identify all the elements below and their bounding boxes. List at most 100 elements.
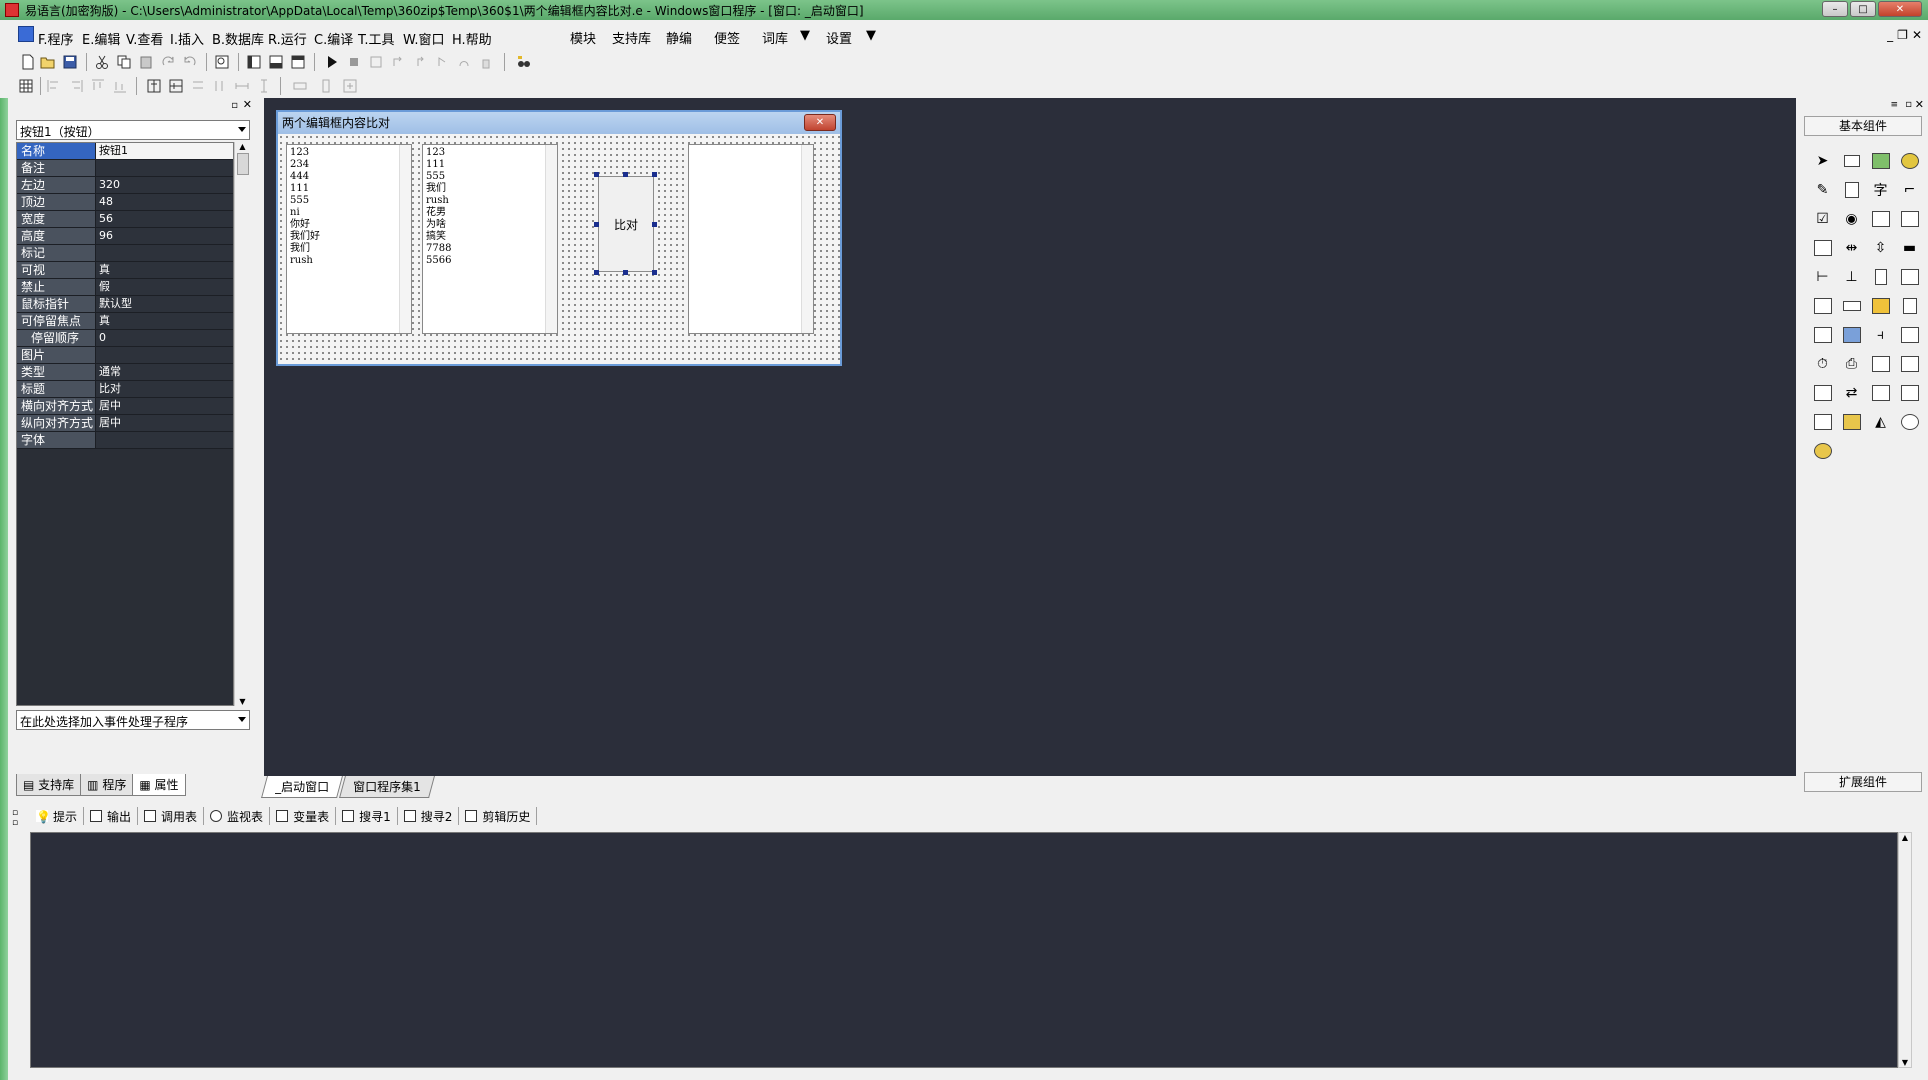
menu-program[interactable]: F.程序 [38,29,74,48]
edit-box-3-scrollbar[interactable] [801,145,813,333]
output-close-icon[interactable]: ▫ [12,818,18,828]
property-value[interactable]: 通常 [96,364,233,380]
redo-icon[interactable] [160,54,176,70]
property-value[interactable] [96,160,233,176]
align-right-icon[interactable] [68,78,84,94]
property-value[interactable] [96,432,233,448]
property-value[interactable]: 320 [96,177,233,193]
data-source-tool-icon[interactable] [1837,407,1866,436]
edit-box-1[interactable]: 123 234 444 111 555 ni 你好 我们好 我们 rush [286,144,412,334]
selection-handle[interactable] [652,270,657,275]
grid-icon[interactable] [18,78,34,94]
paste-icon[interactable] [138,54,154,70]
database-tool-icon[interactable] [1808,407,1837,436]
menu-window[interactable]: W.窗口 [403,29,445,48]
tab-output[interactable]: 输出 [84,807,139,825]
table-tool-icon[interactable] [1808,291,1837,320]
property-row[interactable]: 横向对齐方式 居中 [17,398,233,415]
selection-handle[interactable] [623,270,628,275]
menu-tool-icon[interactable] [1808,320,1837,349]
edit-box-2-scrollbar[interactable] [545,145,557,333]
menu-database[interactable]: B.数据库 [212,29,264,48]
property-row[interactable]: 图片 [17,347,233,364]
run-to-cursor-icon[interactable] [434,54,450,70]
property-row[interactable]: 左边 320 [17,177,233,194]
property-row[interactable]: 停留顺序 0 [17,330,233,347]
panel-pin-icon[interactable]: ▫ [231,100,238,111]
menu-help[interactable]: H.帮助 [452,29,492,48]
tab-properties[interactable]: ▦ 属性 [132,774,186,796]
window-tool-icon[interactable] [1866,378,1895,407]
lexicon-dropdown-icon[interactable]: ▼ [800,28,810,43]
undo-icon[interactable] [182,54,198,70]
selection-handle[interactable] [594,222,599,227]
drawing-tool-icon[interactable]: ✎ [1808,175,1837,204]
save-icon[interactable] [62,54,78,70]
edit-box-1-scrollbar[interactable] [399,145,411,333]
grid-tool-icon[interactable] [1808,233,1837,262]
property-value[interactable]: 48 [96,194,233,210]
radio-tool-icon[interactable]: ◉ [1837,204,1866,233]
pointer-tool-icon[interactable]: ➤ [1808,146,1837,175]
new-file-icon[interactable] [20,54,36,70]
frame-tool-icon[interactable] [1837,175,1866,204]
space-vertical-icon[interactable] [256,78,272,94]
property-row[interactable]: 高度 96 [17,228,233,245]
progress-tool-icon[interactable]: ▬ [1895,233,1924,262]
property-row[interactable]: 标题 比对 [17,381,233,398]
mdi-minimize-button[interactable]: _ [1887,28,1893,42]
property-row[interactable]: 可停留焦点真 [17,313,233,330]
property-row[interactable]: 顶边 48 [17,194,233,211]
property-scrollbar[interactable]: ▲ ▼ [234,142,250,706]
scroll-h-tool-icon[interactable]: ⇹ [1837,233,1866,262]
output-area[interactable] [30,832,1898,1068]
jump-icon[interactable] [456,54,472,70]
menu-view[interactable]: V.查看 [126,29,163,48]
picture-tool-icon[interactable] [1866,146,1895,175]
align-left-icon[interactable] [46,78,62,94]
same-height-icon[interactable] [212,78,228,94]
tab-clipboard-history[interactable]: 剪辑历史 [459,807,538,825]
panel-pin-icon[interactable]: ▫ [1905,99,1912,110]
layout-right-icon[interactable] [290,54,306,70]
minimize-button[interactable]: – [1822,1,1848,17]
menu-compile[interactable]: C.编译 [314,29,353,48]
tab-window-assembly[interactable]: 窗口程序集1 [339,776,435,798]
label-tool-icon[interactable] [1837,146,1866,175]
menu-tools[interactable]: T.工具 [358,29,395,48]
selection-handle[interactable] [652,222,657,227]
form-close-icon[interactable]: ✕ [804,114,836,131]
scroll-up-icon[interactable]: ▲ [235,142,250,151]
tree-tool-icon[interactable] [1866,262,1895,291]
run-icon[interactable] [324,54,340,70]
port-tool-icon[interactable] [1808,378,1837,407]
property-value[interactable]: 96 [96,228,233,244]
chart-tool-icon[interactable]: ◭ [1866,407,1895,436]
binoculars-icon[interactable] [516,54,532,70]
cut-icon[interactable] [94,54,110,70]
mdi-close-button[interactable]: ✕ [1912,28,1922,42]
edit-box-2[interactable]: 123 111 555 我们 rush 花男 为啥 搞笑 7788 5566 [422,144,558,334]
menu-notes[interactable]: 便签 [714,28,740,47]
size-height-icon[interactable] [318,78,334,94]
property-value[interactable]: 真 [96,313,233,329]
property-row[interactable]: 字体 [17,432,233,449]
property-row[interactable]: 类型 通常 [17,364,233,381]
breakpoint-hand-icon[interactable] [478,54,494,70]
scroll-thumb[interactable] [236,153,249,175]
selection-handle[interactable] [594,172,599,177]
selection-handle[interactable] [652,172,657,177]
property-value[interactable] [96,347,233,363]
align-bottom-icon[interactable] [112,78,128,94]
property-row[interactable]: 名称 按钮1 [17,143,233,160]
output-pin-icon[interactable]: ▫ [12,808,18,818]
layout-bottom-icon[interactable] [268,54,284,70]
step-over-icon[interactable] [390,54,406,70]
selection-handle[interactable] [594,270,599,275]
size-width-icon[interactable] [292,78,308,94]
listbox-tool-icon[interactable] [1866,204,1895,233]
align-top-icon[interactable] [90,78,106,94]
basic-components-header[interactable]: 基本组件 [1804,116,1922,136]
tab-tool-icon[interactable]: ⊥ [1837,262,1866,291]
stop-icon[interactable] [346,54,362,70]
